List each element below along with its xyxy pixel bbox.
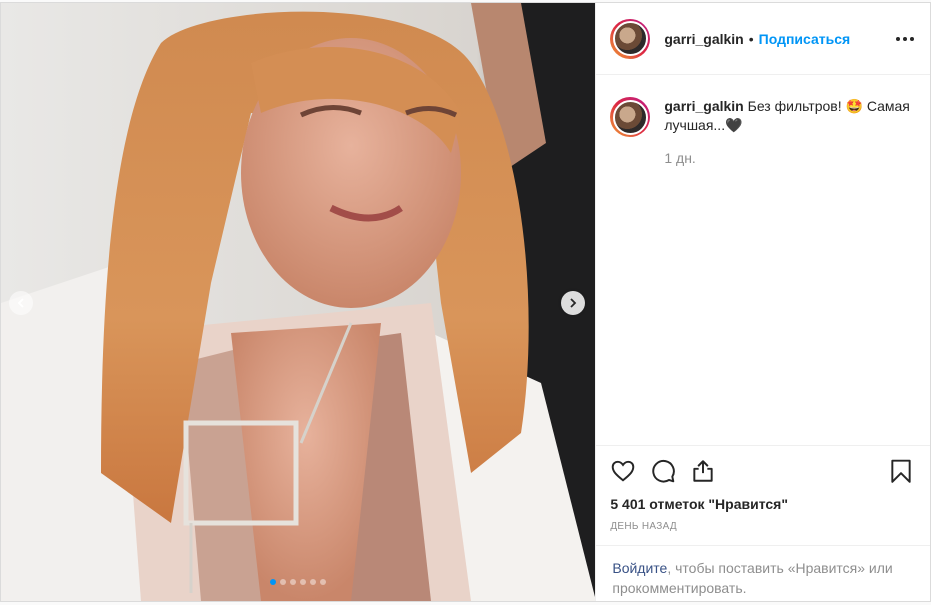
caption-avatar-ring[interactable]: [610, 97, 651, 137]
post-header: garri_galkin • Подписаться: [596, 3, 930, 75]
chevron-left-icon: [17, 298, 24, 308]
bookmark-icon[interactable]: [888, 458, 914, 484]
carousel-indicator: [270, 579, 327, 585]
carousel-dot: [300, 579, 307, 585]
heart-icon[interactable]: [610, 458, 636, 484]
author-username[interactable]: garri_galkin: [664, 31, 743, 47]
carousel-prev-button[interactable]: [9, 291, 33, 315]
instagram-post: garri_galkin • Подписаться garri_galkin …: [0, 2, 931, 602]
follow-button[interactable]: Подписаться: [759, 31, 851, 47]
carousel-dot: [290, 579, 297, 585]
caption-time[interactable]: 1 дн.: [664, 149, 914, 168]
comments-section: garri_galkin Без фильтров! 🤩 Самая лучша…: [596, 75, 930, 445]
author-avatar-ring[interactable]: [610, 18, 651, 59]
caption-username[interactable]: garri_galkin: [664, 98, 743, 114]
avatar[interactable]: [612, 99, 648, 135]
post-date[interactable]: день назад: [610, 521, 916, 532]
login-prompt: Войдите, чтобы поставить «Нравится» или …: [596, 545, 930, 601]
header-separator: •: [748, 30, 754, 47]
avatar[interactable]: [612, 21, 648, 56]
login-link[interactable]: Войдите: [612, 560, 667, 576]
carousel-dot: [270, 579, 277, 585]
action-icons: [610, 456, 916, 486]
carousel-dot: [320, 579, 327, 585]
carousel-dot: [280, 579, 287, 585]
post-photo: [1, 3, 596, 601]
share-icon[interactable]: [690, 458, 716, 484]
post-media[interactable]: [1, 3, 596, 601]
caption-body: garri_galkin Без фильтров! 🤩 Самая лучша…: [664, 97, 914, 168]
carousel-dot: [310, 579, 317, 585]
chevron-right-icon: [570, 298, 577, 308]
post-sidebar: garri_galkin • Подписаться garri_galkin …: [595, 3, 930, 601]
likes-count[interactable]: 5 401 отметок "Нравится": [610, 496, 916, 512]
caption: garri_galkin Без фильтров! 🤩 Самая лучша…: [610, 97, 914, 168]
post-actions: 5 401 отметок "Нравится" день назад: [596, 445, 930, 532]
comment-icon[interactable]: [650, 458, 676, 484]
more-options-icon[interactable]: [896, 33, 914, 45]
